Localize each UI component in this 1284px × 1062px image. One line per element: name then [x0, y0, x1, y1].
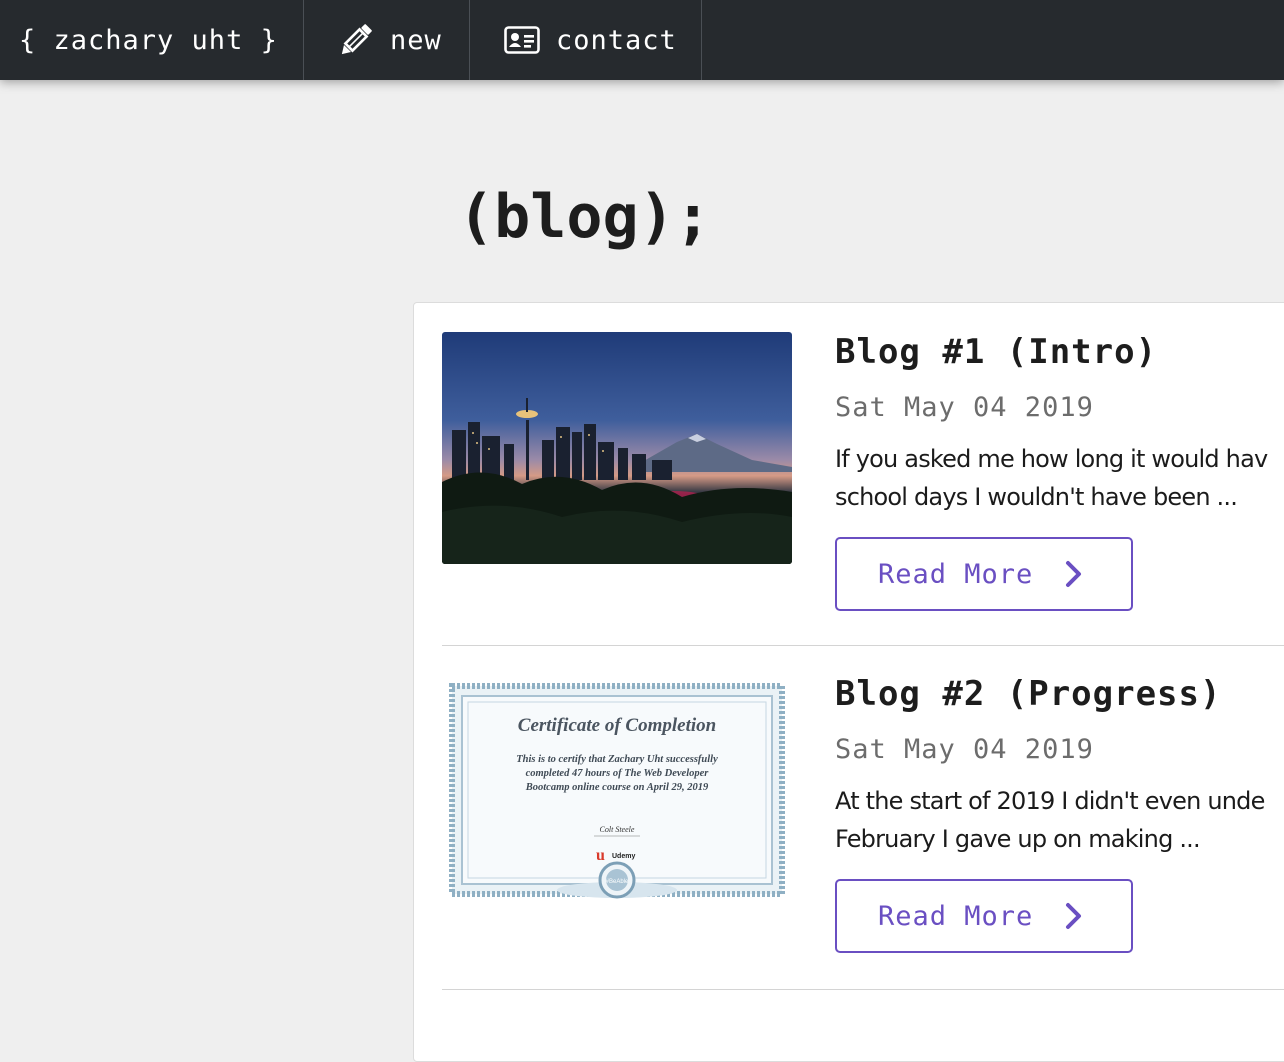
brand-link[interactable]: { zachary uht }: [0, 0, 304, 80]
certificate-body-line: completed 47 hours of The Web Developer: [526, 768, 710, 779]
blog-list-card: Blog #1 (Intro) Sat May 04 2019 If you a…: [413, 302, 1284, 1062]
post-thumbnail-certificate[interactable]: Certificate of Completion This is to cer…: [442, 674, 792, 906]
chevron-right-icon: [1065, 560, 1083, 588]
nav-new-link[interactable]: new: [304, 0, 470, 80]
certificate-brand: Udemy: [612, 853, 635, 860]
nav-contact-link[interactable]: contact: [470, 0, 702, 80]
read-more-label: Read More: [878, 558, 1034, 590]
post-thumbnail-seattle[interactable]: [442, 332, 792, 564]
post-date: Sat May 04 2019: [835, 734, 1094, 765]
post-excerpt: At the start of 2019 I didn't even unde …: [835, 782, 1284, 858]
certificate-image: Certificate of Completion This is to cer…: [442, 674, 792, 906]
read-more-button[interactable]: Read More: [835, 879, 1133, 953]
brand-label: { zachary uht }: [19, 24, 278, 56]
post-excerpt-line: February I gave up on making ...: [835, 825, 1201, 853]
pencil-icon: [338, 22, 374, 58]
post-excerpt-line: At the start of 2019 I didn't even unde: [835, 787, 1265, 815]
read-more-button[interactable]: Read More: [835, 537, 1133, 611]
seattle-skyline-image: [442, 332, 792, 564]
chevron-right-icon: [1065, 902, 1083, 930]
post-excerpt-line: If you asked me how long it would hav: [835, 445, 1268, 473]
nav-new-label: new: [390, 24, 442, 56]
post-divider: [442, 989, 1284, 990]
top-navbar: { zachary uht } new contact: [0, 0, 1284, 80]
read-more-label: Read More: [878, 900, 1034, 932]
post-excerpt: If you asked me how long it would hav sc…: [835, 440, 1284, 516]
certificate-body-line: Bootcamp online course on April 29, 2019: [525, 782, 709, 793]
udemy-logo: u: [596, 847, 605, 864]
contact-card-icon: [504, 26, 540, 54]
post-title[interactable]: Blog #1 (Intro): [835, 332, 1157, 372]
post-divider: [442, 645, 1284, 646]
post-title[interactable]: Blog #2 (Progress): [835, 674, 1221, 714]
certificate-heading: Certificate of Completion: [518, 715, 716, 736]
certificate-body-line: This is to certify that Zachary Uht succ…: [516, 754, 718, 765]
nav-contact-label: contact: [556, 24, 677, 56]
certificate-signature: Colt Steele: [600, 825, 635, 834]
post-date: Sat May 04 2019: [835, 392, 1094, 423]
post-excerpt-line: school days I wouldn't have been ...: [835, 483, 1238, 511]
certificate-seal: #BeAble: [606, 879, 629, 885]
page-title: (blog);: [458, 182, 711, 252]
